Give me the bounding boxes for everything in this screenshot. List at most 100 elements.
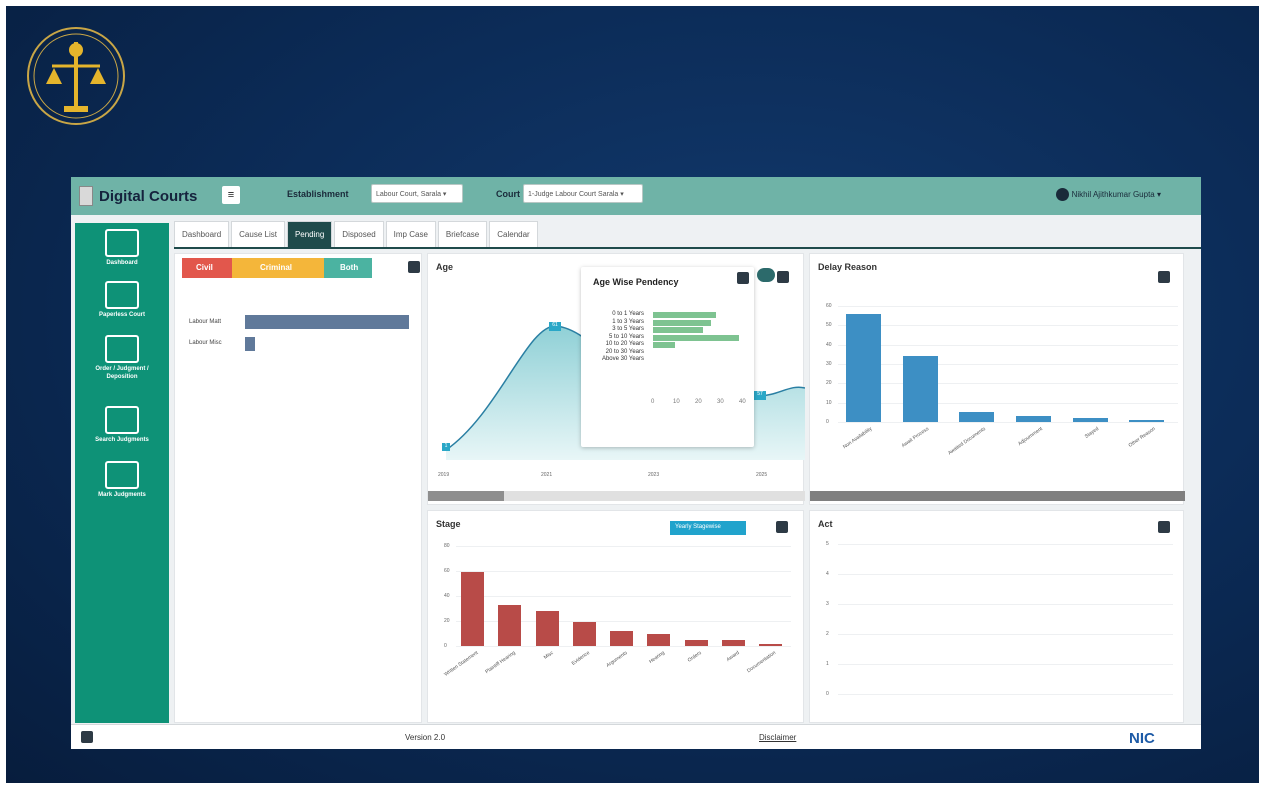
table-view-icon[interactable]: [776, 521, 788, 533]
age-point-label: 1: [442, 443, 450, 451]
sidebar-item-label: Order / Judgment / Deposition: [95, 366, 149, 380]
chart-bar: [610, 631, 634, 646]
chart-bar: [498, 604, 522, 646]
tab-calendar[interactable]: Calendar: [489, 221, 538, 247]
gridline: [838, 604, 1173, 605]
yearly-stagewise-toggle[interactable]: Yearly Stagewise: [670, 521, 746, 535]
disclaimer-link[interactable]: Disclaimer: [759, 733, 796, 742]
y-tick: 60: [826, 303, 832, 309]
age-point-label: 57: [754, 391, 766, 400]
tooltip-row-label: Above 30 Years: [601, 356, 644, 362]
sidebar-item-label: Dashboard: [106, 260, 138, 266]
criminal-chip[interactable]: Criminal: [232, 258, 324, 278]
tooltip-axis-tick: 10: [673, 399, 680, 405]
chart-bar: [461, 572, 485, 646]
y-tick: 40: [444, 593, 450, 599]
version-text: Version 2.0: [405, 733, 446, 742]
court-select[interactable]: 1-Judge Labour Court Sarala ▾: [523, 184, 643, 203]
tab-dashboard[interactable]: Dashboard: [174, 221, 230, 247]
gridline: [838, 544, 1173, 545]
gridline: [456, 646, 791, 647]
x-tick: 2023: [648, 472, 660, 478]
gridline: [456, 596, 791, 597]
tooltip-bar: [653, 312, 716, 318]
table-view-icon[interactable]: [737, 272, 749, 284]
dashboard-icon: [105, 229, 139, 257]
tab-imp-case[interactable]: Imp Case: [385, 221, 436, 247]
app-title: Digital Courts: [99, 187, 198, 205]
sidebar-item-label: Search Judgments: [95, 437, 149, 443]
x-category-label: Hearing: [648, 650, 666, 665]
y-tick: 20: [826, 380, 832, 387]
both-chip[interactable]: Both: [324, 258, 372, 278]
stage-panel: Stage Yearly Stagewise 0 20 40 60 80 Written …: [427, 510, 804, 723]
tab-disposed[interactable]: Disposed: [334, 221, 384, 247]
delay-scrollbar[interactable]: [810, 491, 1185, 501]
gridline: [838, 383, 1178, 385]
x-tick: 2025: [756, 472, 768, 478]
tab-bar: Dashboard Cause List Pending Disposed Im…: [174, 221, 538, 247]
x-category-label: Stayed: [1083, 426, 1101, 440]
x-category-label: Non Availability: [842, 426, 874, 451]
y-tick: 40: [826, 341, 832, 348]
case-type-bar: [245, 315, 409, 329]
user-menu[interactable]: Nikhil Ajithkumar Gupta ▾: [1055, 188, 1161, 201]
tab-pending[interactable]: Pending: [286, 221, 333, 247]
x-category-label: Award: [725, 650, 741, 663]
hamburger-menu-button[interactable]: ≡: [222, 186, 240, 204]
tab-briefcase[interactable]: Briefcase: [437, 221, 488, 247]
table-view-icon[interactable]: [408, 261, 420, 273]
gridline: [456, 571, 791, 572]
sidebar-item-label: Paperless Court: [98, 312, 146, 318]
gridline: [838, 325, 1178, 327]
x-tick: 2019: [438, 472, 450, 478]
y-tick: 5: [826, 541, 829, 547]
y-tick: 1: [826, 661, 829, 667]
tooltip-row-label: 0 to 1 Years: [612, 311, 644, 317]
y-tick: 50: [826, 322, 832, 329]
x-category-label: Orders: [687, 650, 704, 664]
tab-underline: [174, 247, 1201, 249]
stage-panel-title: Stage: [436, 519, 461, 529]
sidebar-item-search-judgments[interactable]: Search Judgments: [75, 406, 169, 444]
chart-bar: [902, 356, 938, 422]
establishment-select[interactable]: Labour Court, Sarala ▾: [371, 184, 463, 203]
gridline: [838, 664, 1173, 665]
civil-chip[interactable]: Civil: [182, 258, 232, 278]
chart-bar: [1129, 420, 1165, 422]
table-view-icon[interactable]: [1158, 521, 1170, 533]
delay-reason-panel: Delay Reason 0 10 20 30 40 50 60 Non Availabili…: [809, 253, 1185, 505]
x-category-label: Arguments: [605, 650, 629, 669]
gridline: [838, 344, 1178, 346]
tab-cause-list[interactable]: Cause List: [231, 221, 285, 247]
age-scrollbar-thumb[interactable]: [428, 491, 504, 501]
x-category-label: Adjournment: [1016, 426, 1044, 448]
tab-label: Imp Case: [393, 230, 428, 239]
gridline: [838, 634, 1173, 635]
sidebar-item-paperless-court[interactable]: Paperless Court: [75, 281, 169, 319]
tooltip-bar: [653, 342, 675, 348]
act-panel-title: Act: [818, 519, 833, 529]
y-tick: 30: [826, 361, 832, 367]
gridline: [838, 694, 1173, 695]
collapse-icon[interactable]: [81, 731, 93, 743]
table-view-icon[interactable]: [777, 271, 789, 283]
emblem-logo: [27, 27, 125, 125]
tooltip-axis-tick: 0: [651, 399, 655, 405]
sidebar: Dashboard Paperless Court Order / Judgme…: [75, 223, 169, 723]
sidebar-item-mark-judgments[interactable]: Mark Judgments: [75, 461, 169, 499]
x-tick: 2021: [541, 472, 553, 478]
y-tick: 4: [826, 571, 829, 577]
chart-bar: [1072, 418, 1108, 422]
sidebar-item-dashboard[interactable]: Dashboard: [75, 229, 169, 267]
table-view-icon[interactable]: [1158, 271, 1170, 283]
age-point-label: 61: [549, 322, 561, 331]
x-category-label: Evidence: [571, 650, 592, 667]
gridline: [838, 364, 1178, 365]
search-judgments-icon: [105, 406, 139, 434]
tooltip-row-label: 10 to 20 Years: [605, 341, 644, 347]
user-name: Nikhil Ajithkumar Gupta ▾: [1071, 190, 1161, 199]
sidebar-item-order-judgment[interactable]: Order / Judgment / Deposition: [75, 335, 169, 381]
brand: Digital Courts: [79, 184, 197, 208]
gridline: [838, 422, 1178, 423]
